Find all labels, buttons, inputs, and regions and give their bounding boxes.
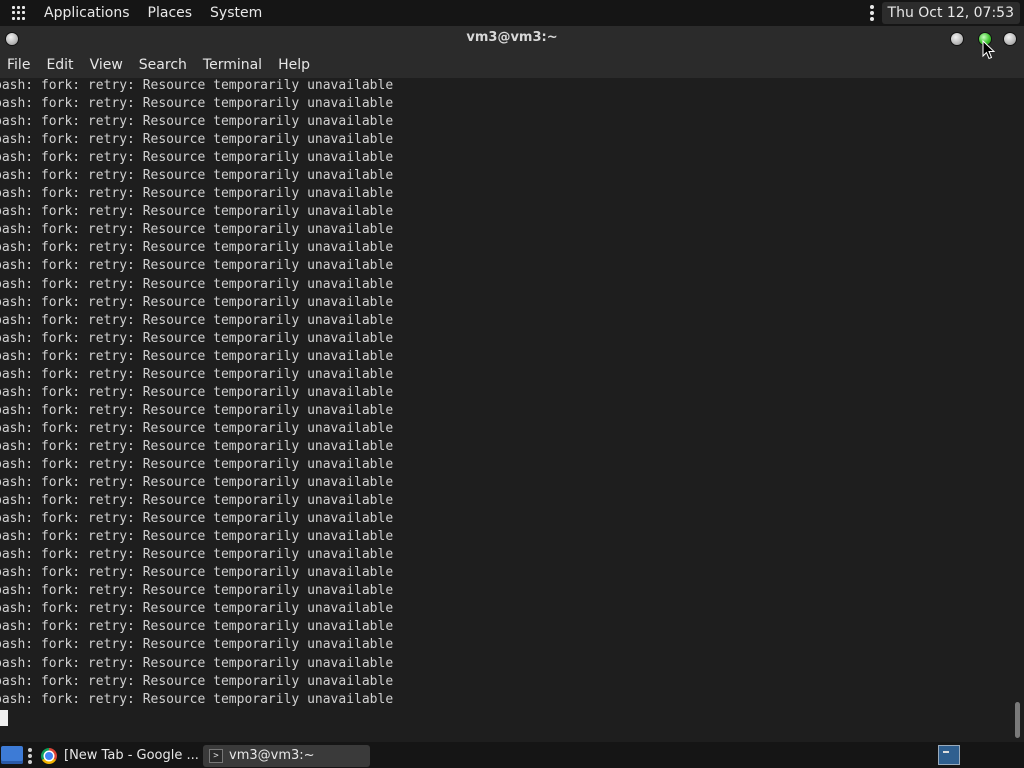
terminal-icon: > [209,749,223,763]
menu-help[interactable]: Help [270,52,318,78]
terminal-line: bash: fork: retry: Resource temporarily … [0,637,394,653]
terminal-line: bash: fork: retry: Resource temporarily … [0,168,394,184]
terminal-line: bash: fork: retry: Resource temporarily … [0,312,394,328]
terminal-line: bash: fork: retry: Resource temporarily … [0,348,394,364]
terminal-line: bash: fork: retry: Resource temporarily … [0,456,394,472]
terminal-line: bash: fork: retry: Resource temporarily … [0,222,394,238]
panel-menu-places[interactable]: Places [139,0,202,26]
menu-view[interactable]: View [82,52,131,78]
terminal-output[interactable]: bash: fork: retry: Resource temporarily … [0,78,1012,742]
terminal-line: bash: fork: retry: Resource temporarily … [0,655,394,671]
menu-edit[interactable]: Edit [38,52,81,78]
terminal-line: bash: fork: retry: Resource temporarily … [0,294,394,310]
terminal-line: bash: fork: retry: Resource temporarily … [0,240,394,256]
scrollbar-thumb[interactable] [1015,702,1020,738]
taskbar-item-label: vm3@vm3:~ [229,748,315,763]
panel-menu-system[interactable]: System [201,0,271,26]
terminal-line: bash: fork: retry: Resource temporarily … [0,186,394,202]
menu-file[interactable]: File [0,52,38,78]
terminal-line: bash: fork: retry: Resource temporarily … [0,330,394,346]
terminal-line: bash: fork: retry: Resource temporarily … [0,132,394,148]
terminal-line: bash: fork: retry: Resource temporarily … [0,438,394,454]
minimize-icon[interactable] [951,33,963,45]
bottom-taskbar: [New Tab - Google ... > vm3@vm3:~ [0,742,1024,768]
panel-menu-applications[interactable]: Applications [35,0,139,26]
menu-search[interactable]: Search [131,52,195,78]
panel-overflow-icon[interactable] [869,5,874,21]
terminal-line: bash: fork: retry: Resource temporarily … [0,673,394,689]
tray-terminal-icon[interactable] [938,745,960,765]
terminal-line: bash: fork: retry: Resource temporarily … [0,384,394,400]
terminal-line: bash: fork: retry: Resource temporarily … [0,96,394,112]
applications-grid-icon[interactable] [12,6,26,20]
terminal-line: bash: fork: retry: Resource temporarily … [0,475,394,491]
terminal-line: bash: fork: retry: Resource temporarily … [0,114,394,130]
taskbar-handle-icon[interactable] [28,748,32,764]
window-title: vm3@vm3:~ [466,30,558,45]
taskbar-item-label: [New Tab - Google ... [64,748,198,763]
taskbar-item-chrome[interactable]: [New Tab - Google ... [38,745,198,767]
terminal-line: bash: fork: retry: Resource temporarily … [0,601,394,617]
terminal-line: bash: fork: retry: Resource temporarily … [0,511,394,527]
close-icon[interactable] [1004,33,1016,45]
terminal-line: bash: fork: retry: Resource temporarily … [0,583,394,599]
terminal-line: bash: fork: retry: Resource temporarily … [0,691,394,707]
terminal-line: bash: fork: retry: Resource temporarily … [0,204,394,220]
terminal-menubar: File Edit View Search Terminal Help [0,52,1024,78]
terminal-lines: bash: fork: retry: Resource temporarily … [0,78,393,709]
terminal-line: bash: fork: retry: Resource temporarily … [0,493,394,509]
terminal-line: bash: fork: retry: Resource temporarily … [0,402,394,418]
terminal-line: bash: fork: retry: Resource temporarily … [0,258,394,274]
text-cursor [0,710,8,726]
terminal-line: bash: fork: retry: Resource temporarily … [0,619,394,635]
taskbar-item-terminal[interactable]: > vm3@vm3:~ [203,745,370,767]
chrome-icon [41,748,57,764]
menu-terminal[interactable]: Terminal [195,52,270,78]
terminal-line: bash: fork: retry: Resource temporarily … [0,78,394,93]
terminal-line: bash: fork: retry: Resource temporarily … [0,529,394,545]
mouse-pointer-icon [982,40,996,60]
terminal-line: bash: fork: retry: Resource temporarily … [0,547,394,563]
terminal-line: bash: fork: retry: Resource temporarily … [0,276,394,292]
window-titlebar[interactable]: vm3@vm3:~ [0,26,1024,52]
top-panel: Applications Places System Thu Oct 12, 0… [0,0,1024,26]
terminal-line: bash: fork: retry: Resource temporarily … [0,420,394,436]
terminal-line: bash: fork: retry: Resource temporarily … [0,565,394,581]
clock[interactable]: Thu Oct 12, 07:53 [881,2,1020,24]
terminal-line: bash: fork: retry: Resource temporarily … [0,150,394,166]
terminal-scrollbar[interactable] [1012,78,1024,742]
show-desktop-icon[interactable] [1,746,23,764]
terminal-line: bash: fork: retry: Resource temporarily … [0,366,394,382]
